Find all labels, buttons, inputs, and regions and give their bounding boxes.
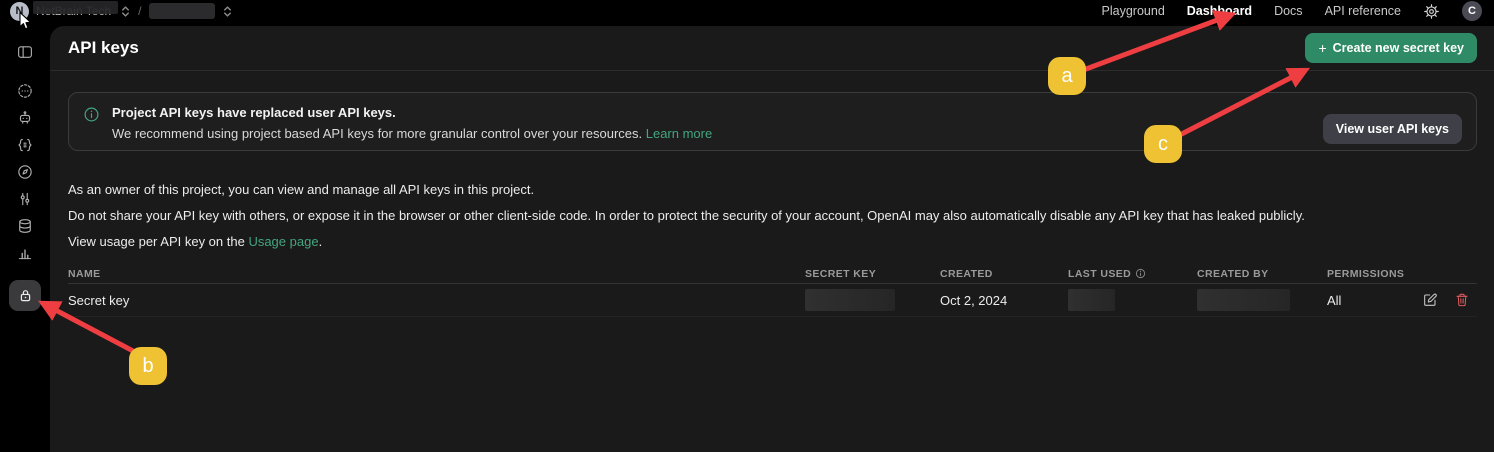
- org-selector[interactable]: NetBrain Tech: [36, 4, 113, 18]
- banner-title: Project API keys have replaced user API …: [112, 105, 1323, 120]
- paragraph-owner: As an owner of this project, you can vie…: [68, 183, 1477, 196]
- compass-icon: [16, 163, 34, 181]
- info-circle-icon[interactable]: [1135, 268, 1146, 279]
- nav-dashboard[interactable]: Dashboard: [1187, 4, 1252, 18]
- api-keys-table: NAME SECRET KEY CREATED LAST USED CREATE…: [68, 264, 1477, 317]
- annotation-badge-a: a: [1048, 57, 1086, 95]
- chevron-up-down-icon[interactable]: [120, 5, 131, 18]
- sidebar-item-explore[interactable]: [8, 158, 42, 185]
- nav-api-reference[interactable]: API reference: [1325, 4, 1401, 18]
- path-separator: /: [138, 4, 141, 18]
- col-created: CREATED: [940, 268, 1068, 280]
- top-bar: N NetBrain Tech / Playground Dashboard D…: [0, 0, 1494, 26]
- page-header: API keys + Create new secret key: [50, 26, 1494, 71]
- project-name-redaction[interactable]: [149, 3, 215, 19]
- banner-texts: Project API keys have replaced user API …: [112, 105, 1323, 141]
- last-used-redaction: [1068, 289, 1115, 311]
- mouse-cursor-icon: [17, 11, 33, 31]
- col-secret-key: SECRET KEY: [805, 268, 940, 280]
- description-paragraphs: As an owner of this project, you can vie…: [68, 183, 1477, 261]
- col-permissions: PERMISSIONS: [1327, 268, 1420, 280]
- app-window: N NetBrain Tech / Playground Dashboard D…: [0, 0, 1494, 452]
- secret-key-redaction: [805, 289, 895, 311]
- delete-key-button[interactable]: [1454, 292, 1470, 308]
- gear-icon[interactable]: [1423, 3, 1440, 20]
- usage-page-link[interactable]: Usage page: [248, 234, 318, 249]
- robot-icon: [16, 109, 34, 127]
- view-user-api-keys-button[interactable]: View user API keys: [1323, 114, 1462, 144]
- sidebar-item-usage[interactable]: [8, 239, 42, 266]
- nav-docs[interactable]: Docs: [1274, 4, 1302, 18]
- col-last-used: LAST USED: [1068, 268, 1197, 280]
- paragraph-usage: View usage per API key on the Usage page…: [68, 235, 1477, 248]
- nav-playground[interactable]: Playground: [1102, 4, 1165, 18]
- created-by-redaction: [1197, 289, 1290, 311]
- org-name-redaction: [33, 1, 118, 14]
- col-last-used-label: LAST USED: [1068, 268, 1131, 280]
- chevron-up-down-icon[interactable]: [222, 5, 233, 18]
- annotation-badge-b: b: [129, 347, 167, 385]
- usage-text-suffix: .: [319, 234, 323, 249]
- trash-icon: [1454, 292, 1470, 308]
- lock-icon: [17, 287, 34, 304]
- bar-chart-icon: [16, 244, 34, 262]
- col-name: NAME: [68, 268, 805, 280]
- learn-more-link[interactable]: Learn more: [646, 126, 712, 141]
- created-by-cell: [1197, 289, 1327, 311]
- sidebar-item-assistants[interactable]: [8, 104, 42, 131]
- top-nav: Playground Dashboard Docs API reference …: [1102, 1, 1482, 21]
- plus-icon: +: [1318, 40, 1326, 56]
- create-secret-key-label: Create new secret key: [1333, 41, 1464, 55]
- sidebar-item-storage[interactable]: [8, 212, 42, 239]
- info-circle-icon: [83, 106, 100, 123]
- sliders-icon: [16, 190, 34, 208]
- user-avatar[interactable]: C: [1462, 1, 1482, 21]
- usage-text: View usage per API key on the: [68, 234, 248, 249]
- icon-sidebar: [0, 26, 50, 452]
- create-secret-key-button[interactable]: + Create new secret key: [1305, 33, 1477, 63]
- col-created-by: CREATED BY: [1197, 268, 1327, 280]
- database-icon: [16, 217, 34, 235]
- paragraph-security: Do not share your API key with others, o…: [68, 209, 1477, 222]
- sidebar-item-chat[interactable]: [8, 77, 42, 104]
- sidebar-item-api-keys[interactable]: [9, 280, 41, 311]
- banner-body: We recommend using project based API key…: [112, 126, 1323, 141]
- sidebar-item-batches[interactable]: [8, 131, 42, 158]
- info-banner: Project API keys have replaced user API …: [68, 92, 1477, 151]
- edit-pencil-icon: [1422, 292, 1438, 308]
- annotation-badge-c: c: [1144, 125, 1182, 163]
- main-panel: API keys + Create new secret key Project…: [50, 26, 1494, 452]
- key-name-cell: Secret key: [68, 293, 805, 308]
- banner-body-text: We recommend using project based API key…: [112, 126, 646, 141]
- last-used-cell: [1068, 289, 1197, 311]
- table-header-row: NAME SECRET KEY CREATED LAST USED CREATE…: [68, 264, 1477, 284]
- edit-key-button[interactable]: [1422, 292, 1438, 308]
- row-actions: [1420, 292, 1477, 308]
- sidebar-item-toggle[interactable]: [8, 38, 42, 65]
- created-cell: Oct 2, 2024: [940, 293, 1068, 308]
- braces-list-icon: [16, 136, 34, 154]
- permissions-cell: All: [1327, 293, 1420, 308]
- page-title: API keys: [68, 38, 139, 58]
- panel-toggle-icon: [16, 43, 34, 61]
- secret-key-cell: [805, 289, 940, 311]
- sidebar-item-fine-tuning[interactable]: [8, 185, 42, 212]
- table-row: Secret key Oct 2, 2024 All: [68, 284, 1477, 317]
- chat-bubble-icon: [16, 82, 34, 100]
- org-project-switcher: N NetBrain Tech /: [10, 2, 233, 21]
